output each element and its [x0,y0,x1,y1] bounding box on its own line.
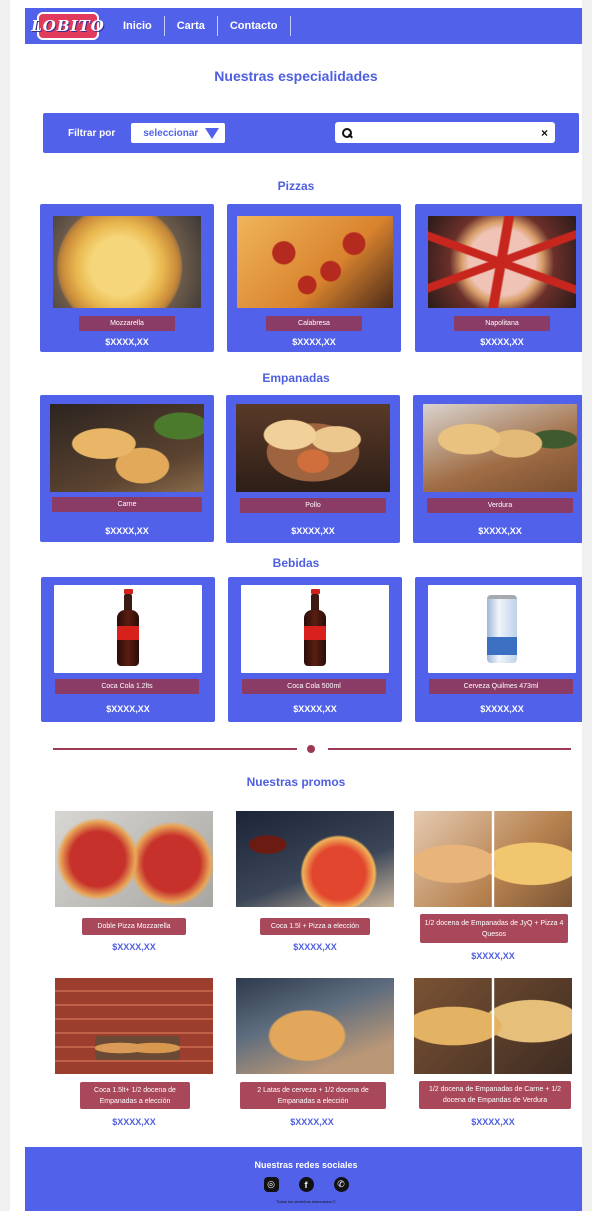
product-card[interactable]: Pollo $XXXX,XX [226,395,400,543]
product-card[interactable]: Coca Cola 500ml $XXXX,XX [228,577,402,722]
category-title-pizzas: Pizzas [277,179,315,193]
navbar: LOBITO Inicio Carta Contacto [25,8,582,44]
product-card[interactable]: Mozzarella $XXXX,XX [40,204,214,352]
product-card[interactable]: Calabresa $XXXX,XX [227,204,401,352]
product-image [241,585,389,673]
promo-name: 1/2 docena de Empanadas de JyQ + Pizza 4… [420,914,568,943]
separator-dot [307,745,315,753]
promo-price: $XXXX,XX [112,1117,156,1127]
product-name: Carne [52,497,202,512]
promo-name: Coca 1.5lt+ 1/2 docena de Empanadas a el… [80,1082,190,1109]
filter-label: Filtrar por [68,127,116,139]
product-name: Pollo [240,498,386,513]
product-image [237,216,393,308]
footer-rights: Todos los derechos reservados © [276,1199,336,1204]
filter-select[interactable]: seleccionar [131,123,226,143]
product-image [428,216,576,308]
product-price: $XXXX,XX [292,337,336,347]
promo-price: $XXXX,XX [290,1117,334,1127]
product-image [54,585,202,673]
product-name: Coca Cola 500ml [242,679,386,694]
nav-link-carta[interactable]: Carta [165,16,218,36]
promo-price: $XXXX,XX [293,942,337,952]
page-title: Nuestras especialidades [214,68,378,84]
filter-bar: Filtrar por seleccionar × [43,113,579,153]
separator-line-right [328,748,571,750]
product-name: Calabresa [266,316,362,331]
promo-name: 2 Latas de cerveza + 1/2 docena de Empan… [240,1082,386,1109]
whatsapp-icon[interactable]: ✆ [333,1177,349,1192]
search-box: × [335,122,555,143]
promo-price: $XXXX,XX [471,951,515,961]
brand-logo[interactable]: LOBITO [31,12,104,40]
product-name: Cerveza Quilmes 473ml [429,679,573,694]
product-price: $XXXX,XX [480,337,524,347]
product-name: Mozzarella [79,316,175,331]
product-image [53,216,201,308]
promo-image[interactable] [414,978,572,1074]
product-card[interactable]: Napolitana $XXXX,XX [415,204,582,352]
product-price: $XXXX,XX [478,526,522,536]
filter-select-value: seleccionar [143,127,199,139]
product-image [50,404,204,492]
nav-link-contacto[interactable]: Contacto [218,16,291,36]
product-card[interactable]: Coca Cola 1.2lts $XXXX,XX [41,577,215,722]
promo-name: Coca 1.5l + Pizza a elección [260,918,370,935]
product-image [236,404,390,492]
product-card[interactable]: Cerveza Quilmes 473ml $XXXX,XX [415,577,582,722]
product-price: $XXXX,XX [293,704,337,714]
promo-name: 1/2 docena de Empanadas de Carne + 1/2 d… [419,1081,571,1109]
search-input[interactable] [358,127,535,138]
promo-price: $XXXX,XX [471,1117,515,1127]
triangle-down-icon [205,127,220,139]
cola-bottle-icon [117,589,139,666]
product-price: $XXXX,XX [480,704,524,714]
clear-search-icon[interactable]: × [541,127,548,139]
search-icon [342,127,352,138]
promo-price: $XXXX,XX [112,942,156,952]
product-image [428,585,576,673]
product-price: $XXXX,XX [291,526,335,536]
promo-image[interactable] [414,811,572,907]
instagram-icon[interactable]: ◎ [263,1177,279,1192]
promo-name: Doble Pizza Mozzarella [82,918,186,935]
promo-image[interactable] [55,811,213,907]
product-price: $XXXX,XX [105,337,149,347]
footer: Nuestras redes sociales ◎ f ✆ Todos los … [25,1147,582,1211]
cola-bottle-icon [304,589,326,666]
promo-image[interactable] [236,811,394,907]
product-card[interactable]: Carne $XXXX,XX [40,395,214,542]
separator-line-left [53,748,297,750]
product-image [423,404,577,492]
product-card[interactable]: Verdura $XXXX,XX [413,395,582,543]
nav-links: Inicio Carta Contacto [111,15,291,37]
promo-image[interactable] [236,978,394,1074]
product-name: Napolitana [454,316,550,331]
product-price: $XXXX,XX [106,704,150,714]
promos-title: Nuestras promos [246,775,346,789]
page: LOBITO Inicio Carta Contacto Nuestras es… [0,0,592,1211]
product-name: Verdura [427,498,573,513]
footer-title: Nuestras redes sociales [254,1160,358,1170]
promo-image[interactable] [55,978,213,1074]
facebook-icon[interactable]: f [298,1177,314,1192]
product-price: $XXXX,XX [105,526,149,536]
category-title-bebidas: Bebidas [272,556,320,570]
beer-can-icon [487,595,517,663]
social-icons: ◎ f ✆ [25,1177,582,1192]
nav-link-inicio[interactable]: Inicio [111,16,165,36]
product-name: Coca Cola 1.2lts [55,679,199,694]
category-title-empanadas: Empanadas [262,371,330,385]
